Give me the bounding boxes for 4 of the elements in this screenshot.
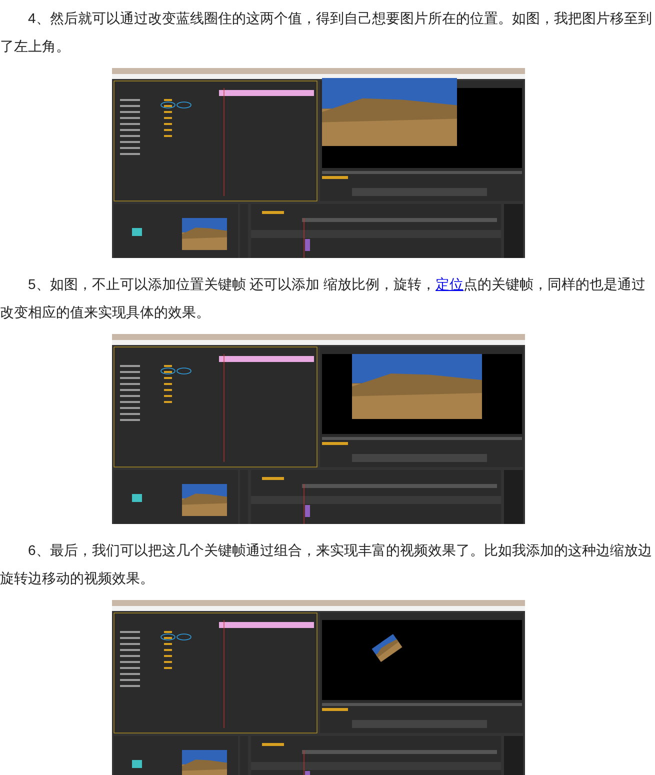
- paragraph: 5、如图，不止可以添加位置关键帧 还可以添加 缩放比例，旋转，定位点的关键帧，同样的也是通过改变相应的值来实现具体的效果。: [0, 275, 647, 322]
- paragraph: 4、然后就可以通过改变蓝线圈住的这两个值，得到自己想要图片所在的位置。如图，我把图片移至到了左上角。: [0, 9, 652, 56]
- paragraph: 6、最后，我们可以把这几个关键帧通过组合，来实现丰富的视频效果了。比如我添加的这种边缩放边旋转边移动的视频效果。: [0, 541, 652, 588]
- link[interactable]: 定位: [436, 276, 464, 292]
